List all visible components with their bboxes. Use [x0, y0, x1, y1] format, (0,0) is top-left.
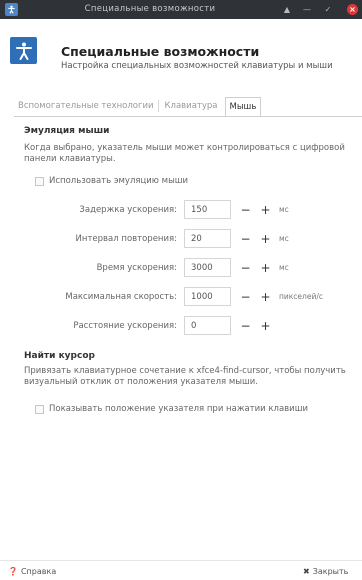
tab-keyboard[interactable]: Клавиатура [161, 97, 222, 115]
field-unit: мс [279, 263, 289, 272]
max-speed-input[interactable]: 1000 [184, 287, 231, 306]
help-icon: ❓ [8, 566, 18, 576]
header-title: Специальные возможности [61, 44, 260, 59]
mouse-emulation-description: Когда выбрано, указатель мыши может конт… [24, 143, 345, 164]
checkbox-box[interactable] [35, 176, 44, 186]
field-label: Максимальная скорость: [65, 292, 177, 302]
field-row-acceleration-time: Время ускорения: 3000 − + мс [0, 258, 362, 278]
dialog-header: Специальные возможности Настройка специа… [0, 19, 362, 81]
window-titlebar[interactable]: Специальные возможности ▲ — ✓ × [0, 0, 362, 19]
find-cursor-description: Привязать клавиатурное сочетание к xfce4… [24, 366, 346, 387]
maximize-icon[interactable]: — [302, 5, 312, 15]
acceleration-distance-input[interactable]: 0 [184, 316, 231, 335]
header-subtitle: Настройка специальных возможностей клави… [61, 61, 333, 71]
tab-assistive-technologies[interactable]: Вспомогательные технологии [14, 97, 158, 115]
tab-panel-border [14, 116, 362, 117]
field-unit: мс [279, 205, 289, 214]
field-unit: пикселей/с [279, 292, 323, 301]
help-button-label: Справка [20, 566, 57, 576]
minimize-icon[interactable]: ▲ [282, 5, 292, 15]
field-unit: мс [279, 234, 289, 243]
close-button[interactable]: ✖ Закрыть [303, 564, 348, 578]
field-row-max-speed: Максимальная скорость: 1000 − + пикселей… [0, 287, 362, 307]
tab-bar: Вспомогательные технологии Клавиатура Мы… [14, 97, 262, 117]
show-pointer-position-checkbox[interactable]: Показывать положение указателя при нажат… [35, 404, 308, 414]
decrement-button[interactable]: − [236, 316, 255, 335]
field-row-acceleration-distance: Расстояние ускорения: 0 − + [0, 316, 362, 336]
tab-separator [157, 100, 159, 112]
restore-icon[interactable]: ✓ [323, 5, 333, 15]
checkbox-box[interactable] [35, 404, 44, 414]
mouse-emulation-title: Эмуляция мыши [24, 126, 110, 136]
field-label: Расстояние ускорения: [73, 321, 177, 331]
acceleration-delay-input[interactable]: 150 [184, 200, 231, 219]
increment-button[interactable]: + [256, 229, 275, 248]
repeat-interval-input[interactable]: 20 [184, 229, 231, 248]
increment-button[interactable]: + [256, 200, 275, 219]
window-title: Специальные возможности [84, 4, 216, 14]
decrement-button[interactable]: − [236, 287, 255, 306]
field-row-repeat-interval: Интервал повторения: 20 − + мс [0, 229, 362, 249]
accessibility-icon [10, 37, 37, 64]
decrement-button[interactable]: − [236, 258, 255, 277]
checkbox-label: Показывать положение указателя при нажат… [49, 404, 308, 414]
decrement-button[interactable]: − [236, 200, 255, 219]
help-button[interactable]: ❓ Справка [8, 564, 56, 578]
use-mouse-emulation-checkbox[interactable]: Использовать эмуляцию мыши [35, 176, 188, 186]
field-row-acceleration-delay: Задержка ускорения: 150 − + мс [0, 200, 362, 220]
close-x-icon: ✖ [303, 566, 310, 576]
decrement-button[interactable]: − [236, 229, 255, 248]
find-cursor-title: Найти курсор [24, 351, 95, 361]
acceleration-time-input[interactable]: 3000 [184, 258, 231, 277]
field-label: Интервал повторения: [75, 234, 177, 244]
field-label: Время ускорения: [96, 263, 177, 273]
close-button-label: Закрыть [312, 566, 349, 576]
close-icon[interactable]: × [347, 4, 358, 15]
increment-button[interactable]: + [256, 287, 275, 306]
field-label: Задержка ускорения: [79, 205, 177, 215]
tab-mouse[interactable]: Мышь [224, 97, 262, 117]
increment-button[interactable]: + [256, 316, 275, 335]
increment-button[interactable]: + [256, 258, 275, 277]
checkbox-label: Использовать эмуляцию мыши [49, 176, 189, 186]
